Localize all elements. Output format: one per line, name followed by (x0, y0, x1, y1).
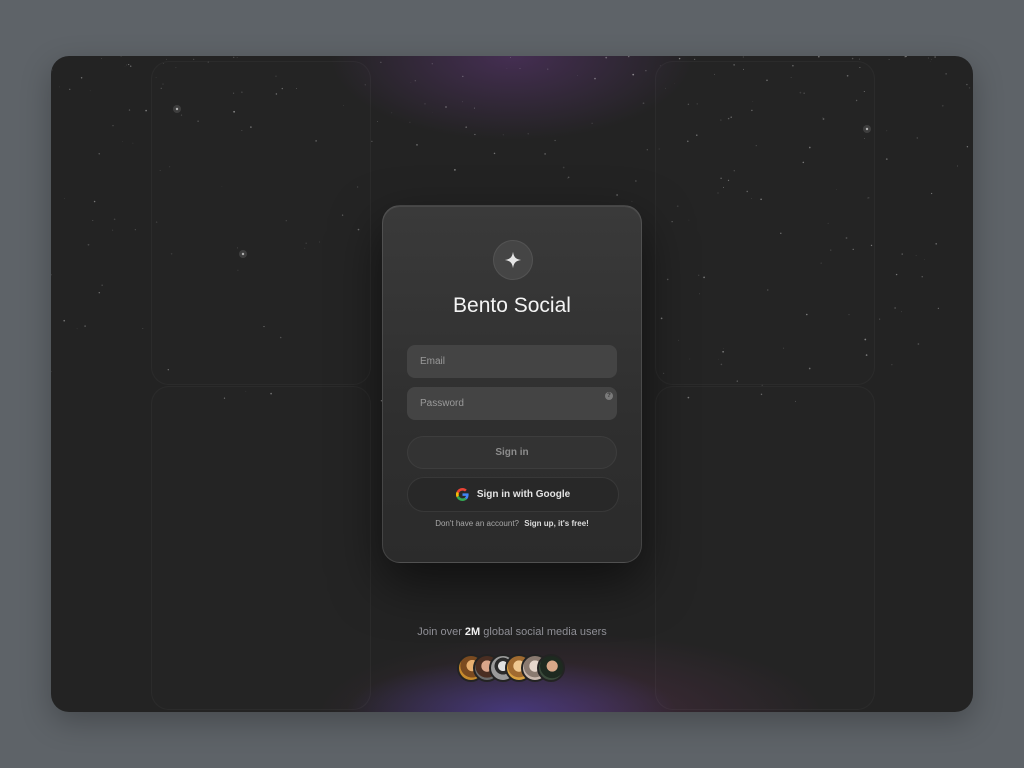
email-field[interactable] (407, 345, 617, 378)
password-field[interactable] (407, 387, 617, 420)
google-sign-in-label: Sign in with Google (476, 489, 571, 500)
join-count: 2M (464, 626, 481, 638)
no-account-text: Don't have an account? (435, 519, 519, 528)
join-prefix: Join over (417, 626, 462, 638)
google-sign-in-button[interactable]: Sign in with Google (407, 477, 619, 512)
google-icon (455, 488, 469, 501)
join-tagline: Join over 2M global social media users (51, 626, 973, 638)
bento-tile-bottom-left (151, 386, 371, 710)
app-title: Bento Social (453, 294, 571, 317)
sign-up-link[interactable]: Sign up, it's free! (524, 519, 589, 528)
bento-tile-bottom-right (655, 386, 875, 710)
login-card: Bento Social ? Sign in Sign in with Goog… (382, 205, 642, 563)
avatar (537, 654, 565, 682)
avatar-stack (457, 654, 567, 682)
join-suffix: global social media users (483, 626, 607, 638)
sparkle-icon (493, 240, 533, 280)
hero-frame: Bento Social ? Sign in Sign in with Goog… (51, 56, 973, 712)
signup-row: Don't have an account? Sign up, it's fre… (383, 519, 641, 528)
bento-tile-top-left (151, 61, 371, 385)
help-circle-icon[interactable]: ? (605, 392, 613, 400)
sign-in-button[interactable]: Sign in (407, 436, 617, 469)
bento-tile-top-right (655, 61, 875, 385)
